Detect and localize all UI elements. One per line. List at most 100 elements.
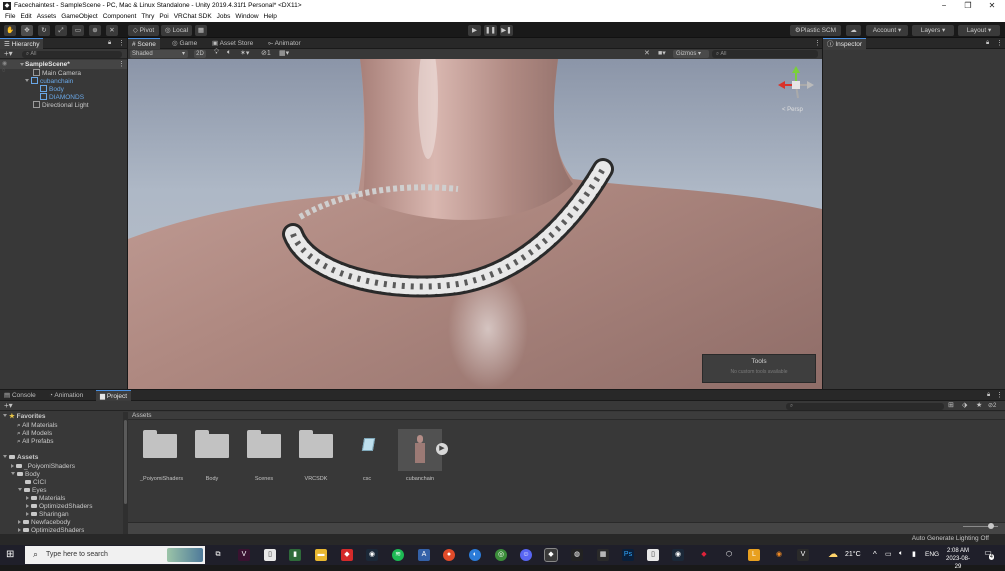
pickable-icon[interactable]: ◌: [2, 68, 6, 74]
favorite-star-icon[interactable]: ★: [976, 401, 982, 409]
maximize-button[interactable]: ❐: [956, 0, 980, 12]
close-button[interactable]: ✕: [980, 0, 1004, 12]
menu-component[interactable]: Component: [103, 12, 137, 22]
mode-2d-toggle[interactable]: 2D: [194, 50, 206, 58]
scene-search-input[interactable]: ⌕ All: [712, 50, 818, 58]
folder-eyes[interactable]: Eyes: [18, 487, 46, 495]
menu-jobs[interactable]: Jobs: [217, 12, 231, 22]
hand-tool-icon[interactable]: ✋: [4, 25, 16, 36]
scene-viewport[interactable]: < Persp Tools No custom tools available: [128, 59, 822, 389]
breadcrumb-assets[interactable]: Assets: [132, 412, 152, 420]
app-icon-6[interactable]: ▦: [597, 549, 609, 561]
folder-materials[interactable]: Materials: [26, 495, 65, 503]
folder-optimized-shaders[interactable]: OptimizedShaders: [26, 503, 92, 511]
weather-icon[interactable]: ☁: [828, 549, 838, 560]
effects-dropdown-icon[interactable]: ✶▾: [240, 49, 249, 57]
tab-console[interactable]: ▤ Console: [0, 390, 40, 401]
vrchat-icon[interactable]: V: [797, 549, 809, 561]
favorite-all-models[interactable]: ⌕ All Models: [17, 430, 52, 438]
notepad-icon[interactable]: ▯: [647, 549, 659, 561]
taskbar-search-box[interactable]: ⌕ Type here to search: [25, 546, 205, 564]
filter-type-icon[interactable]: ⊞: [948, 401, 954, 409]
tree-item-diamonds[interactable]: DIAMONDS: [40, 93, 84, 101]
tree-item-body[interactable]: Body: [40, 85, 64, 93]
asset-folder-body[interactable]: Body: [192, 430, 232, 482]
windows-start-icon[interactable]: ⊞: [6, 549, 14, 560]
menu-gameobject[interactable]: GameObject: [61, 12, 98, 22]
menu-vrchat-sdk[interactable]: VRChat SDK: [174, 12, 212, 22]
battery-icon[interactable]: ▮: [912, 550, 916, 558]
app-icon-7[interactable]: ◆: [698, 549, 710, 561]
minimize-button[interactable]: −: [932, 0, 956, 12]
favorite-all-materials[interactable]: ⌕ All Materials: [17, 422, 58, 430]
hierarchy-search-input[interactable]: ⌕ All: [22, 51, 122, 58]
move-tool-icon[interactable]: ✥: [21, 25, 33, 36]
menu-poi[interactable]: Poi: [159, 12, 168, 22]
layers-dropdown[interactable]: Layers ▾: [912, 25, 954, 36]
document-icon[interactable]: ▯: [264, 549, 276, 561]
scene-more-icon[interactable]: ⋮: [814, 39, 821, 47]
inspector-more-icon[interactable]: ⋮: [996, 39, 1003, 47]
menu-file[interactable]: File: [5, 12, 15, 22]
menu-thry[interactable]: Thry: [141, 12, 154, 22]
pause-button[interactable]: ❚❚: [484, 25, 497, 36]
audio-toggle-icon[interactable]: 🔈︎: [227, 49, 231, 57]
play-button[interactable]: ▶: [468, 25, 481, 36]
visibility-icon[interactable]: ◉: [2, 60, 7, 67]
menu-assets[interactable]: Assets: [37, 12, 57, 22]
network-icon[interactable]: ▭: [885, 550, 892, 558]
menu-window[interactable]: Window: [235, 12, 258, 22]
more-options-icon[interactable]: ⋮: [118, 39, 125, 47]
lighting-toggle-icon[interactable]: 💡︎: [214, 49, 219, 57]
assets-root[interactable]: Assets: [3, 454, 38, 462]
folder-body[interactable]: Body: [11, 471, 40, 479]
tab-animation[interactable]: ◔ Animation: [45, 390, 87, 401]
unity-taskbar-icon[interactable]: ◆: [544, 548, 558, 562]
tab-animator[interactable]: ⟜ Animator: [264, 38, 305, 49]
shading-mode-dropdown[interactable]: Shaded ▾: [130, 50, 188, 58]
temperature[interactable]: 21°C: [845, 551, 861, 558]
menu-help[interactable]: Help: [264, 12, 277, 22]
icon-size-slider[interactable]: [988, 523, 994, 529]
folder-newfacebody[interactable]: Newfacebody: [18, 519, 70, 527]
camera-dropdown-icon[interactable]: ■▾: [658, 49, 666, 57]
browser-icon[interactable]: ●: [443, 549, 455, 561]
scale-tool-icon[interactable]: ⤢: [55, 25, 67, 36]
scene-row[interactable]: SampleScene* ⋮: [0, 60, 127, 69]
tree-item-directional-light[interactable]: Directional Light: [33, 101, 89, 109]
hidden-packages-count[interactable]: ⊘2: [988, 402, 996, 409]
orientation-gizmo[interactable]: < Persp: [776, 65, 816, 115]
app-icon-8[interactable]: ⬡: [723, 549, 735, 561]
expand-prefab-icon[interactable]: ▶: [436, 443, 448, 455]
folder-sharingan[interactable]: Sharingan: [26, 511, 69, 519]
account-dropdown[interactable]: Account ▾: [866, 25, 908, 36]
project-search-input[interactable]: ⌕: [786, 403, 944, 410]
tree-scrollbar[interactable]: [123, 412, 128, 534]
rotate-tool-icon[interactable]: ↻: [38, 25, 50, 36]
lock-icon[interactable]: 🔒︎: [108, 40, 111, 47]
tab-asset-store[interactable]: ▣ Asset Store: [208, 38, 257, 49]
steam-icon-2[interactable]: ◉: [672, 549, 684, 561]
project-add-icon[interactable]: +▾: [4, 401, 13, 411]
pivot-toggle[interactable]: ◇ Pivot: [128, 25, 159, 36]
app-icon-2[interactable]: ▮: [289, 549, 301, 561]
tray-chevron-icon[interactable]: ^: [873, 550, 877, 559]
favorite-all-prefabs[interactable]: ⌕ All Prefabs: [17, 438, 54, 446]
app-icon-3[interactable]: A: [418, 549, 430, 561]
steam-icon[interactable]: ◉: [366, 549, 378, 561]
layout-dropdown[interactable]: Layout ▾: [958, 25, 1000, 36]
step-button[interactable]: ▶❚: [500, 25, 513, 36]
file-explorer-icon[interactable]: ▬: [315, 549, 327, 561]
photoshop-icon[interactable]: Ps: [622, 549, 634, 561]
folder-poiyomi-shaders[interactable]: _PoiyomiShaders: [11, 463, 75, 471]
tools-toggle-icon[interactable]: ✕: [644, 49, 650, 57]
snap-icon[interactable]: ▦: [195, 25, 207, 36]
asset-folder-scenes[interactable]: Scenes: [244, 430, 284, 482]
task-view-icon[interactable]: ⧉: [212, 549, 224, 561]
asset-file-csc[interactable]: csc: [347, 430, 387, 482]
favorites-header[interactable]: ★ Favorites: [3, 413, 46, 421]
hidden-objects-icon[interactable]: ⊘1: [261, 49, 271, 57]
blender-icon[interactable]: ◉: [773, 549, 785, 561]
asset-model-cubanchain[interactable]: cubanchain: [398, 429, 442, 482]
plastic-scm-button[interactable]: ⚙Plastic SCM: [790, 25, 841, 36]
